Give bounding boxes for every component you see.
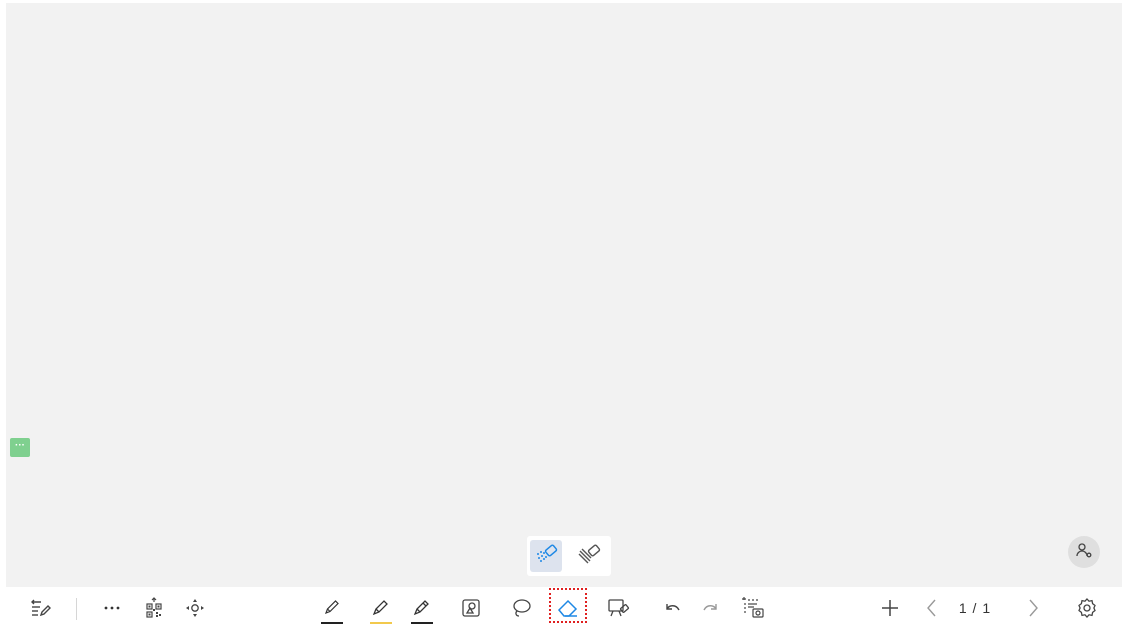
- move-icon: [184, 597, 206, 619]
- toolbar-divider: [76, 598, 77, 620]
- shapes-icon: [460, 597, 482, 619]
- redo-icon: [700, 597, 722, 619]
- qr-share-button[interactable]: [140, 594, 168, 622]
- next-page-icon: [1022, 597, 1044, 619]
- board-eraser-button[interactable]: [605, 594, 633, 622]
- board-eraser-icon: [607, 596, 631, 620]
- marker-color-indicator: [411, 622, 433, 624]
- prev-page-icon: [921, 597, 943, 619]
- qr-code-icon: [143, 597, 165, 619]
- eraser-options-popup: [527, 536, 611, 576]
- redo-button[interactable]: [697, 594, 725, 622]
- menu-edit-button[interactable]: [26, 594, 54, 622]
- undo-icon: [661, 597, 683, 619]
- add-page-button[interactable]: [876, 594, 904, 622]
- undo-button[interactable]: [658, 594, 686, 622]
- highlighter-color-indicator: [370, 622, 392, 624]
- lasso-icon: [510, 597, 532, 619]
- pen-icon: [321, 597, 343, 619]
- settings-button[interactable]: [1073, 594, 1101, 622]
- eraser-tool-button[interactable]: [554, 594, 582, 622]
- pen-tool-button[interactable]: [318, 594, 346, 624]
- bottom-toolbar: 1 / 1: [0, 588, 1125, 626]
- shapes-tool-button[interactable]: [457, 594, 485, 622]
- prev-page-button[interactable]: [918, 594, 946, 622]
- marker-icon: [411, 597, 433, 619]
- more-icon: [101, 597, 123, 619]
- user-account-button[interactable]: [1068, 536, 1100, 568]
- capture-button[interactable]: [739, 594, 767, 622]
- whiteboard-canvas[interactable]: [6, 3, 1122, 587]
- stroke-eraser-option[interactable]: [573, 540, 605, 572]
- more-button[interactable]: [98, 594, 126, 622]
- side-panel-tab[interactable]: ···: [10, 438, 30, 457]
- user-icon: [1075, 541, 1093, 564]
- settings-icon: [1076, 597, 1098, 619]
- move-toolbar-button[interactable]: [181, 594, 209, 622]
- capture-icon: [741, 596, 765, 620]
- pen-color-indicator: [321, 622, 343, 624]
- eraser-icon: [556, 596, 580, 620]
- point-eraser-option[interactable]: [530, 540, 562, 572]
- point-eraser-icon: [532, 540, 560, 573]
- highlighter-icon: [370, 597, 392, 619]
- marker-tool-button[interactable]: [408, 594, 436, 624]
- add-page-icon: [879, 597, 901, 619]
- lasso-tool-button[interactable]: [507, 594, 535, 622]
- menu-edit-icon: [29, 597, 51, 619]
- stroke-eraser-icon: [575, 540, 603, 573]
- next-page-button[interactable]: [1019, 594, 1047, 622]
- page-indicator: 1 / 1: [958, 600, 992, 616]
- highlighter-tool-button[interactable]: [367, 594, 395, 624]
